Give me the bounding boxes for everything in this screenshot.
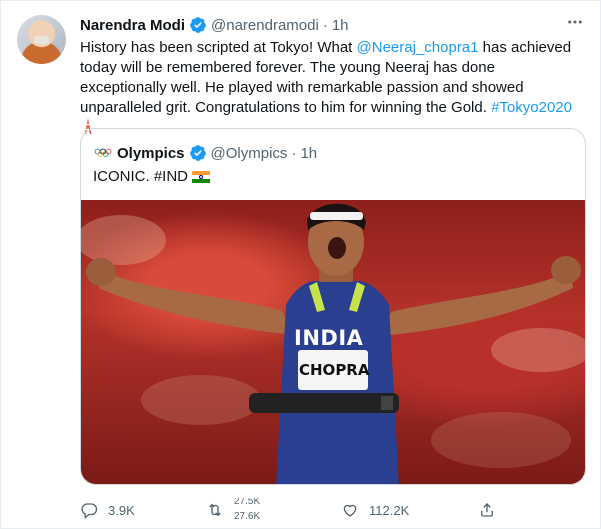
author-name[interactable]: Narendra Modi	[80, 17, 185, 34]
quoted-tweet-text: ICONIC. #IND	[93, 167, 211, 187]
verified-badge-icon	[190, 17, 206, 33]
tweet-actions-bar: 3.9K 27.5K 27.6K 112.2K	[80, 498, 585, 522]
tweet-text-part1: History has been scripted at Tokyo! What	[80, 39, 357, 56]
retweet-count-previous: 27.5K	[234, 498, 261, 507]
tweet-card[interactable]: Narendra Modi @narendramodi · 1h History…	[0, 0, 601, 529]
tweet-timestamp[interactable]: 1h	[332, 17, 349, 34]
tweet-header: Narendra Modi @narendramodi · 1h	[80, 15, 349, 35]
quoted-text: ICONIC. #IND	[93, 168, 189, 185]
quoted-timestamp[interactable]: 1h	[300, 145, 317, 162]
reply-count: 3.9K	[108, 502, 135, 518]
quoted-header-separator: ·	[291, 144, 297, 162]
quoted-tweet[interactable]: Olympics @Olympics · 1h ICONIC. #IND IND…	[80, 128, 586, 485]
reply-button[interactable]: 3.9K	[80, 498, 135, 522]
avatar-mask-detail	[34, 36, 49, 44]
like-count: 112.2K	[369, 502, 410, 518]
verified-badge-icon	[189, 145, 206, 161]
reply-icon	[81, 503, 98, 519]
retweet-button[interactable]: 27.5K 27.6K	[206, 498, 264, 522]
tweet-text: History has been scripted at Tokyo! What…	[80, 38, 585, 138]
vest-text: INDIA	[294, 326, 364, 350]
share-button[interactable]	[478, 498, 506, 522]
author-avatar[interactable]	[17, 15, 66, 64]
quoted-tweet-photo[interactable]: INDIA CHOPRA	[81, 200, 585, 484]
author-handle[interactable]: @narendramodi	[211, 17, 319, 34]
mention-link[interactable]: @Neeraj_chopra1	[357, 39, 479, 56]
quoted-author-handle[interactable]: @Olympics	[211, 145, 288, 162]
quoted-tweet-header: Olympics @Olympics · 1h	[93, 143, 317, 163]
india-flag-emoji-icon	[192, 170, 211, 184]
header-separator: ·	[322, 16, 328, 34]
more-horizontal-icon	[568, 20, 582, 24]
retweet-count-rolling: 27.5K 27.6K	[234, 498, 264, 522]
retweet-count-current: 27.6K	[234, 511, 261, 522]
share-icon	[481, 503, 493, 517]
olympic-rings-avatar-icon[interactable]	[93, 143, 113, 163]
bib-text: CHOPRA	[299, 361, 370, 379]
hashtag-link[interactable]: #Tokyo2020	[491, 99, 572, 116]
heart-icon	[343, 504, 357, 517]
like-button[interactable]: 112.2K	[341, 498, 409, 522]
quoted-author-name[interactable]: Olympics	[117, 145, 185, 162]
more-options-button[interactable]	[564, 11, 586, 33]
retweet-icon	[209, 503, 221, 517]
